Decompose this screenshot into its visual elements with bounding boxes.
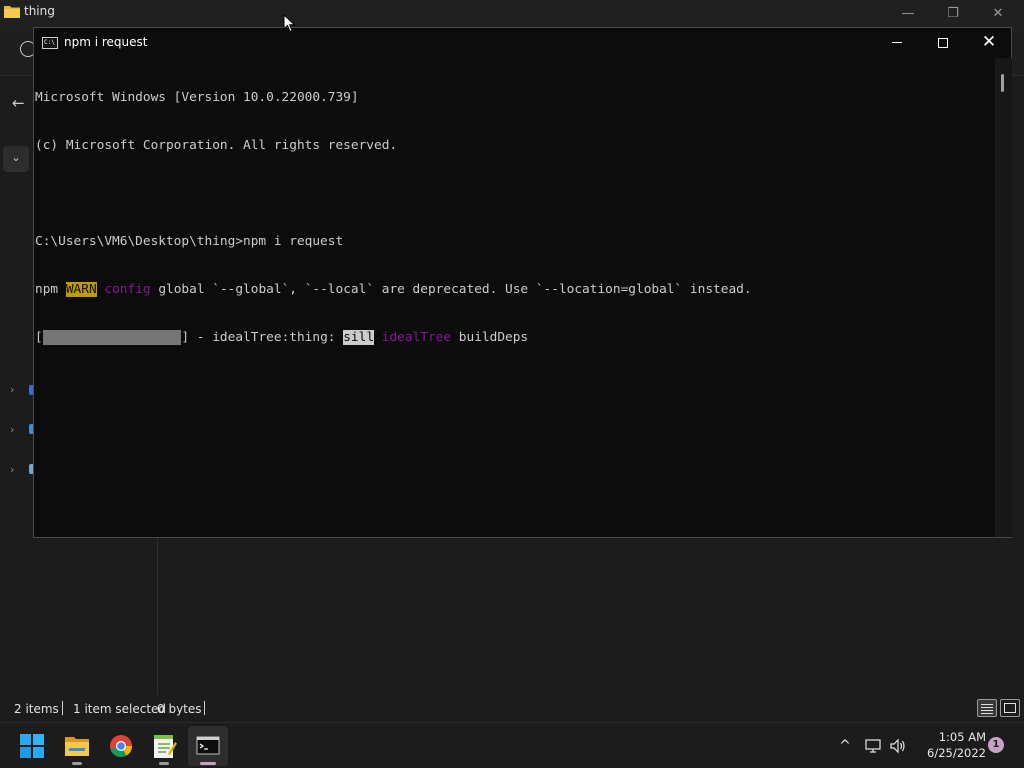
npm-prefix: npm <box>35 282 66 297</box>
taskbar-command-prompt[interactable] <box>188 726 228 766</box>
volume-icon[interactable] <box>887 723 909 768</box>
ideal-tree-label: idealTree <box>381 330 452 345</box>
console-line-warning: npm WARN config global `--global`, `--lo… <box>35 282 995 298</box>
console-scrollbar[interactable] <box>995 58 1012 537</box>
active-indicator <box>200 762 216 765</box>
start-button[interactable] <box>12 726 52 766</box>
taskbar-chrome[interactable] <box>101 726 141 766</box>
explorer-restore-icon[interactable]: ❐ <box>938 4 968 24</box>
running-indicator <box>72 762 82 765</box>
clock[interactable]: 1:05 AM 6/25/2022 <box>910 729 986 761</box>
command-prompt-window[interactable]: C:\ npm i request ✕ Microsoft Windows [V… <box>33 27 1012 538</box>
taskbar: ^ 1:05 AM 6/25/2022 1 <box>0 722 1024 768</box>
clock-date: 6/25/2022 <box>927 746 986 760</box>
large-icons-view-button[interactable] <box>1000 699 1020 717</box>
network-icon[interactable] <box>862 723 884 768</box>
status-separator <box>62 701 63 715</box>
nav-expand-chevron-icon[interactable]: › <box>10 383 14 396</box>
selection-size: 0 bytes <box>157 702 202 716</box>
notification-badge[interactable]: 1 <box>988 737 1004 753</box>
maximize-button[interactable] <box>920 28 966 58</box>
status-bar: 2 items 1 item selected 0 bytes <box>0 695 1024 722</box>
progress-stage: ] - idealTree:thing: <box>181 330 344 345</box>
item-count: 2 items <box>14 702 59 716</box>
progress-open-bracket: [ <box>35 330 43 345</box>
details-view-button[interactable] <box>977 699 997 717</box>
warning-message: global `--global`, `--local` are depreca… <box>150 282 752 297</box>
sill-badge: sill <box>343 330 375 345</box>
close-button[interactable]: ✕ <box>966 28 1012 58</box>
nav-expand-chevron-icon[interactable]: › <box>10 423 14 436</box>
clock-time: 1:05 AM <box>938 730 986 744</box>
progress-bar <box>42 330 182 345</box>
terminal-icon: C:\ <box>42 37 58 49</box>
console-line: C:\Users\VM6\Desktop\thing>npm i request <box>35 234 344 249</box>
config-label: config <box>104 282 151 297</box>
windows-start-icon <box>20 734 44 758</box>
minimize-button[interactable] <box>874 28 920 58</box>
explorer-title: thing <box>24 4 55 18</box>
mouse-cursor-icon <box>283 14 296 33</box>
taskbar-file-explorer[interactable] <box>57 726 97 766</box>
console-line: (c) Microsoft Corporation. All rights re… <box>35 138 398 153</box>
progress-task: buildDeps <box>451 330 529 345</box>
chrome-icon <box>110 735 132 758</box>
scrollbar-thumb[interactable] <box>1001 74 1004 92</box>
quick-access-chevron-icon[interactable]: ⌄ <box>3 146 29 172</box>
status-separator <box>204 701 205 715</box>
running-indicator <box>159 762 169 765</box>
console-line: Microsoft Windows [Version 10.0.22000.73… <box>35 90 359 105</box>
console-output[interactable]: Microsoft Windows [Version 10.0.22000.73… <box>34 58 995 537</box>
terminal-icon <box>196 736 220 755</box>
selection-count: 1 item selected <box>73 702 167 716</box>
notepad-icon <box>154 735 177 758</box>
console-titlebar[interactable]: C:\ npm i request ✕ <box>34 28 1011 58</box>
back-arrow-icon[interactable]: ← <box>12 94 25 112</box>
folder-icon <box>4 6 20 18</box>
explorer-minimize-icon[interactable]: — <box>893 4 923 24</box>
warn-badge: WARN <box>65 282 97 297</box>
explorer-titlebar[interactable]: thing — ❐ ✕ <box>0 0 1024 28</box>
show-hidden-icons-chevron-icon[interactable]: ^ <box>835 723 855 768</box>
console-title: npm i request <box>64 35 148 49</box>
nav-expand-chevron-icon[interactable]: › <box>10 463 14 476</box>
console-line-progress: [ ] - idealTree:thing: sill idealTree bu… <box>35 330 995 346</box>
taskbar-notepad[interactable] <box>144 726 184 766</box>
file-explorer-icon <box>65 737 89 756</box>
explorer-close-icon[interactable]: ✕ <box>983 4 1013 24</box>
